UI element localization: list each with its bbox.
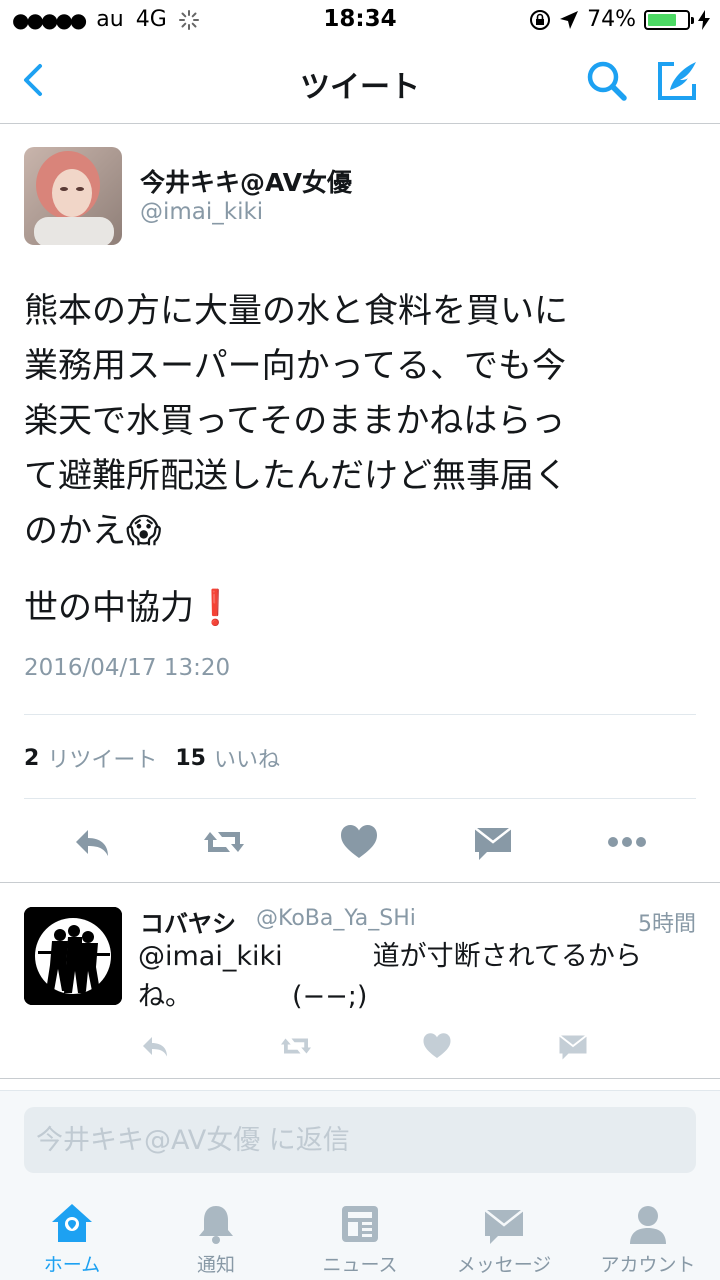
- tweet-paragraph-1: 熊本の方に大量の水と食料を買いに 業務用スーパー向かってる、でも今 楽天で水買っ…: [24, 284, 696, 559]
- reply-avatar-photo: [24, 907, 122, 1005]
- retweet-label[interactable]: リツイート: [47, 742, 157, 774]
- bell-icon: [199, 1206, 233, 1244]
- tab-messages[interactable]: メッセージ: [432, 1190, 576, 1280]
- tab-label: ニュース: [322, 1254, 398, 1276]
- tweet-line: 楽天で水買ってそのままかねはらっ: [24, 401, 566, 441]
- battery-level: [648, 13, 677, 26]
- person-icon: [630, 1206, 666, 1244]
- tweet-stats: 2 リツイート 15 いいね: [24, 742, 280, 774]
- reply-text-part: 道が寸断されてるから: [372, 941, 642, 972]
- reply-compose-bar: [0, 1090, 720, 1190]
- tweet-line: のかえ😱: [24, 511, 162, 551]
- tab-label: アカウント: [600, 1254, 696, 1276]
- tab-account[interactable]: アカウント: [576, 1190, 720, 1280]
- reply-timestamp: 5時間: [638, 912, 696, 937]
- envelope-icon: [484, 1209, 524, 1244]
- message-icon[interactable]: [469, 818, 517, 866]
- retweet-icon[interactable]: [200, 818, 248, 866]
- reply-author-name[interactable]: コバヤシ: [140, 904, 236, 939]
- tab-notifications[interactable]: 通知: [144, 1190, 288, 1280]
- like-count[interactable]: 15: [175, 746, 206, 771]
- author-handle[interactable]: @imai_kiki: [140, 199, 263, 225]
- reply-emoticon: (−−;): [292, 981, 368, 1012]
- like-label[interactable]: いいね: [214, 742, 280, 774]
- like-icon[interactable]: [335, 818, 383, 866]
- tweet-line: 熊本の方に大量の水と食料を買いに: [24, 291, 568, 331]
- navigation-bar: ツイート: [0, 40, 720, 124]
- reply-icon[interactable]: [137, 1028, 173, 1064]
- rotation-lock-icon: [530, 9, 551, 30]
- compose-icon[interactable]: [654, 58, 700, 104]
- reply-icon[interactable]: [68, 818, 116, 866]
- section-divider: [0, 882, 720, 883]
- author-avatar[interactable]: [24, 147, 122, 245]
- divider: [24, 714, 696, 715]
- tab-label: メッセージ: [456, 1254, 552, 1276]
- tab-label: 通知: [196, 1254, 235, 1276]
- retweet-count[interactable]: 2: [24, 746, 39, 771]
- charging-bolt-icon: [698, 9, 710, 30]
- like-icon[interactable]: [419, 1028, 455, 1064]
- status-bar-right: 74%: [529, 7, 710, 32]
- tweet-line: 業務用スーパー向かってる、でも今: [24, 346, 566, 386]
- tab-news[interactable]: ニュース: [288, 1190, 432, 1280]
- status-bar: ●●●●● au 4G 18:34 74%: [0, 0, 720, 40]
- section-divider: [0, 1078, 720, 1079]
- location-arrow-icon: [560, 10, 579, 29]
- news-icon: [342, 1206, 378, 1242]
- avatar-photo: [24, 147, 122, 245]
- tweet-timestamp: 2016/04/17 13:20: [24, 655, 231, 681]
- reply-mention[interactable]: @imai_kiki: [138, 941, 283, 972]
- author-display-name[interactable]: 今井キキ@AV女優: [140, 163, 352, 199]
- battery-percent: 74%: [587, 7, 636, 32]
- tweet-text: 熊本の方に大量の水と食料を買いに 業務用スーパー向かってる、でも今 楽天で水買っ…: [24, 284, 696, 636]
- reply-input[interactable]: [24, 1107, 696, 1173]
- reply-author-handle[interactable]: @KoBa_Ya_SHi: [256, 906, 416, 931]
- search-icon[interactable]: [584, 58, 630, 104]
- home-icon: [52, 1204, 92, 1242]
- tweet-line: て避難所配送したんだけど無事届く: [24, 456, 568, 496]
- battery-icon: [644, 9, 694, 30]
- reply-text: @imai_kiki 道が寸断されてるから ね。 (−−;): [138, 937, 698, 1017]
- tab-label: ホーム: [43, 1254, 101, 1276]
- tab-bar: ホーム 通知 ニュース メッセージ アカウント: [0, 1190, 720, 1280]
- tweet-paragraph-2: 世の中協力❗️: [24, 588, 237, 628]
- divider: [24, 798, 696, 799]
- message-icon[interactable]: [555, 1028, 591, 1064]
- retweet-icon[interactable]: [278, 1028, 314, 1064]
- reply-author-avatar[interactable]: [24, 907, 122, 1005]
- tab-home[interactable]: ホーム: [0, 1190, 144, 1280]
- reply-text-part: ね。: [138, 981, 192, 1012]
- more-icon[interactable]: [603, 818, 651, 866]
